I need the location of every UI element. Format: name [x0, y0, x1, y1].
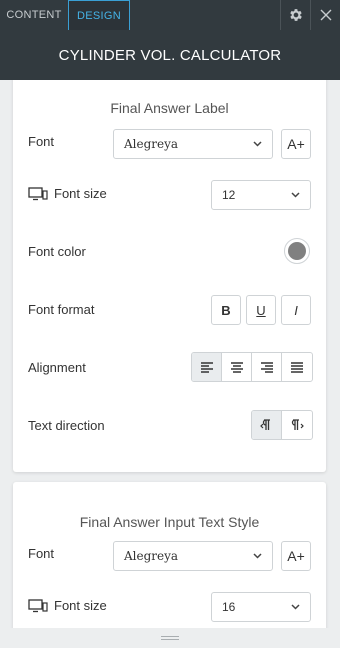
chevron-down-icon	[253, 141, 262, 147]
font-size-select[interactable]: 12	[211, 180, 311, 210]
font-color-swatch[interactable]	[284, 238, 310, 264]
font-size-value: 12	[222, 188, 236, 202]
text-direction-group	[251, 410, 313, 440]
font-select[interactable]: Alegreya	[113, 129, 273, 159]
section-title: Final Answer Label	[110, 100, 229, 116]
font-size-select[interactable]: 16	[211, 592, 311, 622]
ltr-paragraph-icon	[291, 419, 304, 430]
align-left-icon	[200, 361, 213, 373]
align-right-button[interactable]	[252, 353, 282, 381]
font-size-label-row: Font size	[28, 186, 107, 201]
rtl-button[interactable]	[252, 411, 282, 439]
font-color-dot	[288, 242, 306, 260]
close-button[interactable]	[310, 0, 340, 30]
close-icon	[320, 9, 331, 21]
settings-button[interactable]	[280, 0, 310, 30]
italic-button[interactable]: I	[281, 295, 311, 325]
page-title: CYLINDER VOL. CALCULATOR	[0, 30, 340, 80]
font-size-label-row: Font size	[28, 598, 107, 613]
align-justify-button[interactable]	[282, 353, 312, 381]
chevron-down-icon	[291, 604, 300, 610]
font-select[interactable]: Alegreya	[113, 541, 273, 571]
font-label: Font	[28, 134, 55, 149]
rtl-paragraph-icon	[259, 419, 270, 430]
italic-icon: I	[294, 302, 298, 318]
add-font-button[interactable]: A+	[281, 541, 311, 571]
tab-design[interactable]: DESIGN	[68, 0, 130, 30]
font-add-icon: A+	[287, 548, 305, 564]
chevron-down-icon	[291, 192, 300, 198]
alignment-label: Alignment	[28, 360, 86, 375]
underline-button[interactable]: U	[246, 295, 276, 325]
align-center-icon	[230, 361, 243, 373]
alignment-group	[191, 352, 313, 382]
final-answer-input-text-style-card: Final Answer Input Text Style Font Alegr…	[13, 482, 326, 628]
top-bar: CONTENT DESIGN	[0, 0, 340, 30]
align-center-button[interactable]	[222, 353, 252, 381]
text-direction-label: Text direction	[28, 418, 105, 433]
font-label: Font	[28, 546, 55, 561]
drag-handle-icon	[161, 636, 179, 640]
final-answer-label-card: Final Answer Label Font Alegreya A+ Font…	[13, 80, 326, 472]
bold-button[interactable]: B	[211, 295, 241, 325]
font-size-value: 16	[222, 600, 236, 614]
resize-handle[interactable]	[0, 628, 340, 648]
monitor-icon	[28, 598, 48, 613]
font-color-label: Font color	[28, 244, 86, 259]
chevron-down-icon	[253, 553, 262, 559]
bold-icon: B	[221, 302, 231, 318]
add-font-button[interactable]: A+	[281, 129, 311, 159]
align-right-icon	[260, 361, 273, 373]
monitor-icon	[28, 186, 48, 201]
font-select-value: Alegreya	[124, 549, 179, 563]
font-size-label: Font size	[54, 186, 107, 201]
gear-icon	[289, 9, 302, 21]
tab-content[interactable]: CONTENT	[0, 0, 68, 30]
font-format-label: Font format	[28, 302, 95, 317]
top-bar-spacer	[130, 0, 280, 30]
font-select-value: Alegreya	[124, 137, 179, 151]
font-size-label: Font size	[54, 598, 107, 613]
align-justify-icon	[291, 361, 303, 373]
section-title: Final Answer Input Text Style	[79, 514, 260, 530]
ltr-button[interactable]	[282, 411, 312, 439]
font-add-icon: A+	[287, 136, 305, 152]
align-left-button[interactable]	[192, 353, 222, 381]
underline-icon: U	[256, 302, 266, 318]
settings-scroll-area[interactable]: Final Answer Label Font Alegreya A+ Font…	[0, 80, 340, 628]
